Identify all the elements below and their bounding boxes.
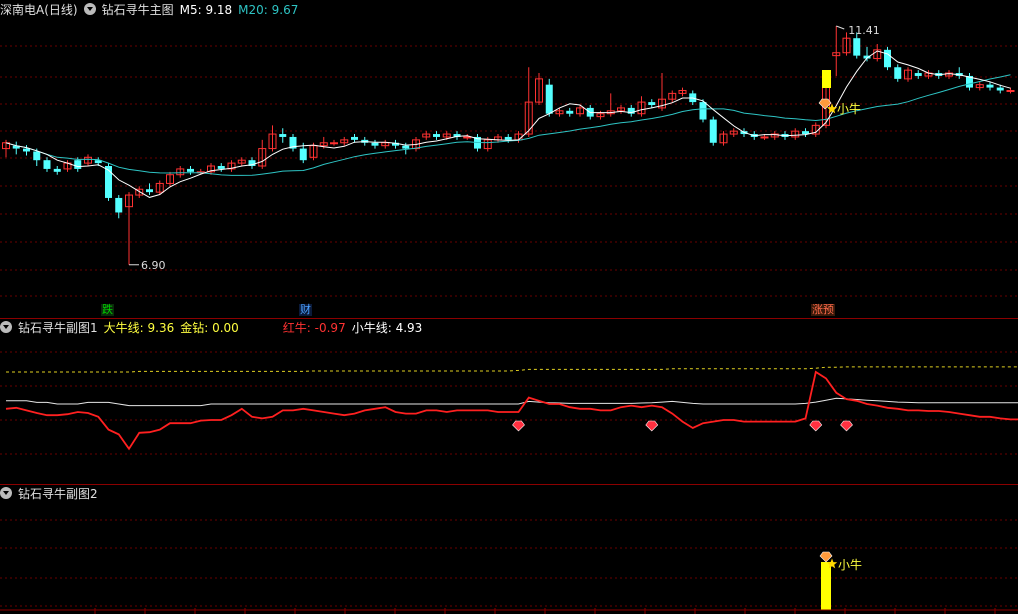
panel-menu-icon[interactable] [0, 321, 12, 333]
sub1-header: 钻石寻牛副图1 大牛线: 9.36 金钻: 0.00 红牛: -0.97 小牛线: 4.… [0, 319, 428, 337]
main-panel-header: 深南电A(日线) 钻石寻牛主图 M5: 9.18 M20: 9.67 [0, 1, 304, 19]
sub2-title[interactable]: 钻石寻牛副图2 [18, 487, 98, 501]
signal-label: 小牛 [838, 557, 862, 572]
candle-body [43, 160, 51, 169]
red-diamond-icon [840, 420, 853, 432]
signal-bar [821, 562, 831, 610]
m20-value: M20: 9.67 [238, 3, 299, 17]
signal-label: 小牛 [837, 101, 861, 116]
candle-body [996, 87, 1004, 91]
red-diamond-icon [809, 420, 823, 432]
main-indicator-title[interactable]: 钻石寻牛主图 [102, 3, 174, 17]
m5-value: M5: 9.18 [179, 3, 233, 17]
candle-body [463, 136, 472, 139]
big-bull-line [6, 366, 1018, 373]
sub2-header: 钻石寻牛副图2 [0, 485, 104, 503]
candle-body [699, 102, 707, 120]
candle-body [914, 73, 922, 76]
candle-body [894, 67, 902, 79]
candle-body [33, 151, 41, 161]
tag-finance: 财 [299, 303, 312, 316]
candle-body [853, 38, 861, 56]
candle-body [986, 84, 994, 88]
sub1-title[interactable]: 钻石寻牛副图1 [18, 321, 98, 335]
red-diamond-icon [512, 420, 525, 432]
candle-body [371, 142, 379, 146]
candle-body [146, 189, 153, 193]
candle-body [760, 136, 769, 139]
candle-body [351, 136, 358, 140]
panel-divider [0, 484, 1018, 485]
red-diamond-icon [645, 420, 659, 432]
tag-rise-forecast: 涨预 [811, 303, 835, 316]
big-bull-value: 大牛线: 9.36 [103, 321, 175, 335]
candle-body [402, 145, 410, 149]
candle-body [279, 134, 287, 137]
gold-diamond-value: 金钻: 0.00 [180, 321, 239, 335]
panel-menu-icon[interactable] [83, 3, 96, 15]
panel-menu-icon[interactable] [0, 487, 12, 499]
candle-body [53, 168, 61, 172]
candle-body [566, 110, 574, 114]
high-price-label: 11.41 [848, 24, 880, 37]
low-price-label: 6.90 [141, 259, 166, 272]
candle-body [709, 119, 717, 143]
candle-body [115, 197, 123, 213]
candle-body [504, 136, 512, 140]
candle-body [187, 168, 194, 172]
chart-canvas: 11.416.90小牛小牛 [0, 24, 1018, 614]
candle-body [330, 142, 338, 145]
diamond-icon [819, 551, 833, 563]
candle-body [648, 102, 656, 106]
candle-body [545, 84, 553, 114]
stock-name: 深南电A(日线) [0, 3, 78, 17]
candle-body [884, 49, 891, 68]
ma5-line [5, 50, 1011, 198]
candle-body [74, 160, 82, 169]
candle-body [105, 166, 112, 198]
tag-fall: 跌 [101, 303, 114, 316]
red-bull-line [5, 370, 1018, 451]
signal-bar [822, 70, 831, 88]
candle-body [217, 166, 225, 169]
candle-body [299, 148, 307, 161]
candle-body [23, 148, 30, 152]
ma20-line [5, 74, 1011, 176]
red-bull-value: 红牛: -0.97 [282, 321, 346, 335]
small-bull-value: 小牛线: 4.93 [351, 321, 423, 335]
candle-body [433, 134, 440, 137]
high-price-pointer [836, 25, 845, 30]
candle-body [1006, 89, 1015, 92]
